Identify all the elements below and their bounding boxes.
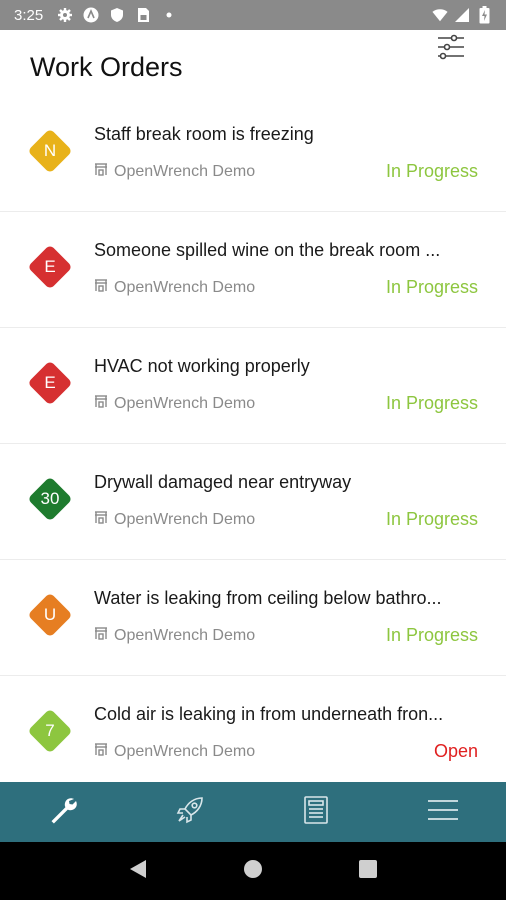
building-icon xyxy=(94,278,108,297)
recents-button[interactable] xyxy=(348,851,388,891)
building-icon xyxy=(94,510,108,529)
priority-label: E xyxy=(44,373,56,392)
status-label: In Progress xyxy=(385,509,478,529)
work-order-row[interactable]: E Someone spilled wine on the break room… xyxy=(0,212,506,328)
priority-badge: E xyxy=(24,357,76,409)
rocket-icon xyxy=(175,795,205,830)
work-order-title: Staff break room is freezing xyxy=(94,124,314,144)
work-order-row[interactable]: U Water is leaking from ceiling below ba… xyxy=(0,560,506,676)
back-icon xyxy=(128,859,148,884)
work-order-location: OpenWrench Demo xyxy=(94,394,255,413)
system-nav-bar xyxy=(0,842,506,900)
work-order-location: OpenWrench Demo xyxy=(94,278,255,297)
status-time: 3:25 xyxy=(14,6,44,24)
status-bar: 3:25 xyxy=(0,0,506,30)
priority-badge: 7 xyxy=(24,705,76,757)
priority-badge: E xyxy=(24,241,76,293)
bottom-nav xyxy=(0,782,506,842)
location-label: OpenWrench Demo xyxy=(114,510,256,528)
status-label: In Progress xyxy=(385,161,478,181)
sim-card-icon xyxy=(135,7,151,23)
sliders-icon xyxy=(437,33,465,66)
recents-icon xyxy=(359,859,378,883)
nav-menu[interactable] xyxy=(380,782,506,842)
status-label: Open xyxy=(433,741,478,761)
building-icon xyxy=(94,742,108,761)
report-icon xyxy=(303,795,329,830)
priority-badge: N xyxy=(24,125,76,177)
work-order-row[interactable]: 7 Cold air is leaking in from underneath… xyxy=(0,676,506,782)
shield-icon xyxy=(109,7,125,23)
work-order-location: OpenWrench Demo xyxy=(94,510,255,529)
dot-icon xyxy=(161,7,177,23)
battery-icon xyxy=(476,6,492,24)
filter-button[interactable] xyxy=(436,34,466,64)
nav-reports[interactable] xyxy=(253,782,380,842)
priority-label: E xyxy=(44,257,56,276)
work-order-location: OpenWrench Demo xyxy=(94,162,255,181)
work-order-title: Water is leaking from ceiling below bath… xyxy=(94,588,442,608)
location-label: OpenWrench Demo xyxy=(114,742,256,760)
work-order-list[interactable]: N Staff break room is freezing OpenWrenc… xyxy=(0,96,506,782)
app-icon xyxy=(83,7,99,23)
location-label: OpenWrench Demo xyxy=(114,278,256,296)
work-order-row[interactable]: E HVAC not working properly OpenWrench D… xyxy=(0,328,506,444)
priority-label: 7 xyxy=(45,721,55,740)
nav-rocket[interactable] xyxy=(127,782,254,842)
priority-label: 30 xyxy=(40,489,60,508)
work-order-location: OpenWrench Demo xyxy=(94,626,255,645)
work-order-title: HVAC not working properly xyxy=(94,356,310,376)
nav-work-orders[interactable] xyxy=(0,782,127,842)
location-label: OpenWrench Demo xyxy=(114,162,256,180)
home-button[interactable] xyxy=(233,851,273,891)
priority-label: U xyxy=(43,605,57,624)
work-order-title: Drywall damaged near entryway xyxy=(94,472,352,492)
menu-icon xyxy=(427,798,459,827)
location-label: OpenWrench Demo xyxy=(114,394,256,412)
gear-icon xyxy=(57,7,73,23)
building-icon xyxy=(94,162,108,181)
building-icon xyxy=(94,394,108,413)
status-label: In Progress xyxy=(385,277,478,297)
page-title: Work Orders xyxy=(30,52,183,82)
wifi-icon xyxy=(432,7,448,23)
work-order-row[interactable]: 30 Drywall damaged near entryway OpenWre… xyxy=(0,444,506,560)
work-order-title: Cold air is leaking in from underneath f… xyxy=(94,704,444,724)
wrench-icon xyxy=(47,794,79,831)
app-header: Work Orders xyxy=(0,30,506,104)
work-order-title: Someone spilled wine on the break room .… xyxy=(94,240,441,260)
status-label: In Progress xyxy=(385,393,478,413)
priority-badge: 30 xyxy=(24,473,76,525)
work-order-row[interactable]: N Staff break room is freezing OpenWrenc… xyxy=(0,96,506,212)
signal-icon xyxy=(454,7,470,23)
back-button[interactable] xyxy=(118,851,158,891)
work-order-location: OpenWrench Demo xyxy=(94,742,255,761)
priority-badge: U xyxy=(24,589,76,641)
status-label: In Progress xyxy=(385,625,478,645)
location-label: OpenWrench Demo xyxy=(114,626,256,644)
building-icon xyxy=(94,626,108,645)
home-icon xyxy=(243,859,263,884)
priority-label: N xyxy=(43,141,57,160)
